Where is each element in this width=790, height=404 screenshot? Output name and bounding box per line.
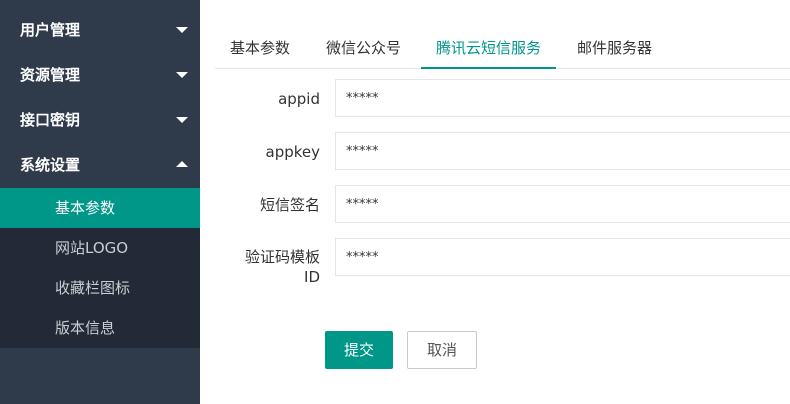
cancel-button[interactable]: 取消 <box>407 331 477 369</box>
menu-system-settings[interactable]: 系统设置 <box>0 143 200 188</box>
form-row-template-id: 验证码模板 ID <box>215 238 790 288</box>
submenu-item-version-info[interactable]: 版本信息 <box>0 308 200 348</box>
menu-label: 系统设置 <box>20 156 81 174</box>
field-label-sms-signature: 短信签名 <box>259 196 320 214</box>
system-settings-submenu: 基本参数 网站LOGO 收藏栏图标 版本信息 <box>0 188 200 348</box>
submenu-item-favicon[interactable]: 收藏栏图标 <box>0 268 200 308</box>
menu-label: 用户管理 <box>20 21 81 39</box>
field-label-template-id: 验证码模板 ID <box>215 247 320 287</box>
field-label-appid: appid <box>278 90 320 108</box>
chevron-down-icon <box>176 27 188 33</box>
field-label-template-id-line2: ID <box>304 268 320 286</box>
sidebar: 用户管理 资源管理 接口密钥 系统设置 基本参数 网站LOGO 收藏栏图标 版本… <box>0 0 200 404</box>
submenu-item-basic-params[interactable]: 基本参数 <box>0 188 200 228</box>
tab-wechat-official[interactable]: 微信公众号 <box>311 28 416 68</box>
template-id-input[interactable] <box>335 238 790 276</box>
tab-basic-params[interactable]: 基本参数 <box>215 28 305 68</box>
appkey-input[interactable] <box>335 132 790 170</box>
appid-input[interactable] <box>335 79 790 117</box>
menu-user-management[interactable]: 用户管理 <box>0 8 200 53</box>
menu-resource-management[interactable]: 资源管理 <box>0 53 200 98</box>
chevron-down-icon <box>176 72 188 78</box>
form-row-appid: appid <box>215 79 790 119</box>
settings-tabs: 基本参数 微信公众号 腾讯云短信服务 邮件服务器 <box>215 28 790 69</box>
tab-tencent-sms[interactable]: 腾讯云短信服务 <box>421 28 557 69</box>
chevron-up-icon <box>176 161 188 167</box>
submit-button[interactable]: 提交 <box>325 331 393 369</box>
menu-api-keys[interactable]: 接口密钥 <box>0 98 200 143</box>
submenu-item-site-logo[interactable]: 网站LOGO <box>0 228 200 268</box>
field-label-template-id-line1: 验证码模板 <box>244 248 320 266</box>
menu-label: 接口密钥 <box>20 111 81 129</box>
form-row-appkey: appkey <box>215 132 790 172</box>
chevron-down-icon <box>176 117 188 123</box>
menu-label: 资源管理 <box>20 66 81 84</box>
sms-signature-input[interactable] <box>335 185 790 223</box>
field-label-appkey: appkey <box>265 143 321 161</box>
tab-mail-server[interactable]: 邮件服务器 <box>562 28 667 68</box>
form-row-sms-signature: 短信签名 <box>215 185 790 225</box>
